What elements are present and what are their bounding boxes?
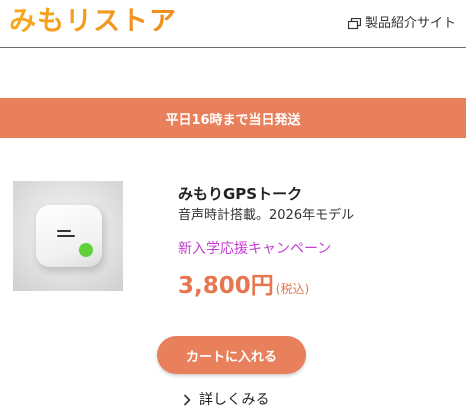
- shipping-banner-text: 平日16時まで当日発送: [165, 112, 301, 128]
- device-button: [79, 243, 93, 257]
- price-block: 3,800円 (税込): [178, 271, 309, 301]
- add-to-cart-button[interactable]: カートに入れる: [157, 336, 306, 374]
- tax-note: (税込): [275, 282, 310, 296]
- gps-device-image: [36, 205, 102, 267]
- campaign-text: 新入学応援キャンペーン: [178, 241, 332, 257]
- product-name: みもりGPSトーク: [178, 185, 303, 203]
- product-site-label: 製品紹介サイト: [364, 16, 456, 31]
- site-header: みもリストア 製品紹介サイト: [0, 0, 466, 48]
- detail-link-label: 詳しくみる: [199, 392, 270, 408]
- product-image[interactable]: [13, 181, 123, 291]
- product-price: 3,800円: [178, 273, 274, 299]
- chevron-right-icon: [183, 394, 191, 406]
- product-description: 音声時計搭載。2026年モデル: [178, 208, 355, 223]
- device-speaker-slot: [57, 235, 75, 237]
- shipping-banner: 平日16時まで当日発送: [0, 98, 466, 138]
- product-site-link[interactable]: 製品紹介サイト: [347, 15, 456, 33]
- detail-link[interactable]: 詳しくみる: [183, 391, 270, 409]
- site-logo[interactable]: みもリストア: [9, 6, 177, 38]
- device-speaker-slot: [57, 230, 71, 232]
- external-window-icon: [347, 18, 361, 30]
